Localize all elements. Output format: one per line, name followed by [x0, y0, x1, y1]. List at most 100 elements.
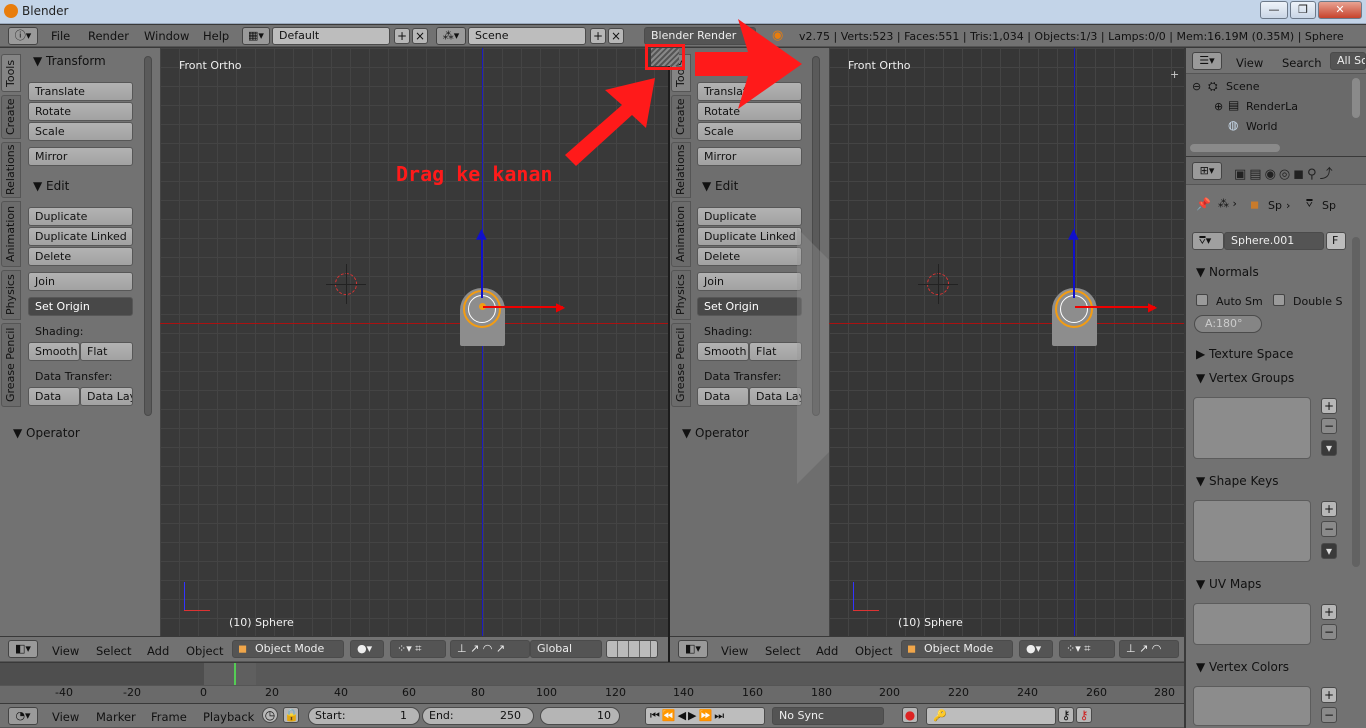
join-button-2[interactable]: Join — [697, 272, 802, 291]
3d-view-editor-icon-2[interactable]: ◧▾ — [678, 640, 708, 658]
timeline-menu-view[interactable]: View — [52, 710, 79, 724]
vp-menu-object[interactable]: Object — [186, 644, 223, 658]
outliner-menu-search[interactable]: Search — [1282, 56, 1322, 70]
breadcrumb-mesh[interactable]: Sp — [1322, 199, 1336, 212]
flat-button-2[interactable]: Flat — [749, 342, 802, 361]
viewport-shading-select-2[interactable]: ●▾ — [1019, 640, 1053, 658]
properties-context-icons[interactable]: ▣▤◉◎◼⚲⤴ — [1234, 163, 1336, 182]
smooth-button[interactable]: Smooth — [28, 342, 80, 361]
maximize-button[interactable]: ❐ — [1290, 1, 1316, 19]
set-origin-menu[interactable]: Set Origin — [28, 297, 133, 316]
expand-region-icon[interactable]: + — [1170, 68, 1179, 81]
add-layout-icon[interactable]: + — [394, 28, 410, 44]
vertex-group-remove-icon[interactable]: − — [1321, 418, 1337, 434]
properties-scrollbar[interactable] — [1352, 237, 1360, 567]
shape-key-add-icon[interactable]: + — [1321, 501, 1337, 517]
mirror-button-2[interactable]: Mirror — [697, 147, 802, 166]
texture-space-panel-title[interactable]: ▶ Texture Space — [1196, 347, 1293, 361]
tab-animation[interactable]: Animation — [1, 201, 21, 267]
tool-shelf-scrollbar[interactable] — [144, 56, 152, 416]
edit-panel-title-2[interactable]: ▼ Edit — [702, 179, 738, 193]
edit-panel-title[interactable]: ▼ Edit — [33, 179, 69, 193]
mesh-name-field[interactable]: Sphere.001 — [1224, 232, 1324, 250]
join-button[interactable]: Join — [28, 272, 133, 291]
current-frame-field[interactable]: 10 — [540, 707, 620, 725]
pin-icon[interactable]: 📌 — [1196, 197, 1211, 211]
uv-maps-panel-title[interactable]: ▼ UV Maps — [1196, 577, 1261, 591]
set-origin-menu-2[interactable]: Set Origin — [697, 297, 802, 316]
operator-panel-title-2[interactable]: ▼ Operator — [682, 426, 749, 440]
tab-relations-2[interactable]: Relations — [671, 142, 691, 198]
duplicate-linked-button[interactable]: Duplicate Linked — [28, 227, 133, 246]
scene-select[interactable]: Scene — [468, 27, 586, 45]
add-scene-icon[interactable]: + — [590, 28, 606, 44]
tab-physics[interactable]: Physics — [1, 270, 21, 320]
uv-maps-list[interactable] — [1193, 603, 1311, 645]
data-layout-button[interactable]: Data Lay — [80, 387, 133, 406]
menu-render[interactable]: Render — [88, 29, 129, 43]
3d-view-editor-icon[interactable]: ◧▾ — [8, 640, 38, 658]
vertex-color-add-icon[interactable]: + — [1321, 687, 1337, 703]
viewport-shading-select[interactable]: ●▾ — [350, 640, 384, 658]
timeline-editor-icon[interactable]: ◔▾ — [8, 707, 38, 725]
mesh-browse-icon[interactable]: ⩢▾ — [1192, 232, 1224, 250]
smooth-button-2[interactable]: Smooth — [697, 342, 749, 361]
layout-icon[interactable]: ▦▾ — [242, 27, 270, 45]
renderlayers-expand-icon[interactable]: ⊕ — [1214, 100, 1223, 113]
timeline-area[interactable]: -40 -20 0 20 40 60 80 100 120 140 160 18… — [0, 663, 1184, 703]
delete-button[interactable]: Delete — [28, 247, 133, 266]
scene-icon[interactable]: ⁂▾ — [436, 27, 466, 45]
manipulator-buttons-2[interactable]: ⊥ ↗ ◠ — [1119, 640, 1179, 658]
rotate-button[interactable]: Rotate — [28, 102, 133, 121]
vertex-group-add-icon[interactable]: + — [1321, 398, 1337, 414]
outliner-menu-view[interactable]: View — [1236, 56, 1263, 70]
fake-user-button[interactable]: F — [1326, 232, 1346, 250]
menu-file[interactable]: File — [51, 29, 70, 43]
uv-map-add-icon[interactable]: + — [1321, 604, 1337, 620]
viewport-right[interactable]: Front Ortho ▶ ▲ (10) Sphere + — [829, 48, 1184, 636]
vp-menu-select[interactable]: Select — [96, 644, 131, 658]
tab-relations[interactable]: Relations — [1, 142, 21, 198]
outliner-world[interactable]: World — [1246, 120, 1278, 133]
vp-menu-add-2[interactable]: Add — [816, 644, 838, 658]
shape-keys-panel-title[interactable]: ▼ Shape Keys — [1196, 474, 1278, 488]
transform-panel-title[interactable]: ▼ Transform — [33, 54, 106, 68]
layout-select[interactable]: Default — [272, 27, 390, 45]
mode-select[interactable]: Object Mode — [232, 640, 344, 658]
vp-menu-view[interactable]: View — [52, 644, 79, 658]
vertex-groups-panel-title[interactable]: ▼ Vertex Groups — [1196, 371, 1294, 385]
vertex-color-remove-icon[interactable]: − — [1321, 707, 1337, 723]
delete-keyframe-icon[interactable]: ⚷ — [1076, 707, 1092, 723]
pivot-select[interactable]: ⁘▾ ⌗ — [390, 640, 446, 658]
preview-range-icon[interactable]: ◷ — [262, 707, 278, 723]
z-manipulator[interactable] — [481, 238, 483, 298]
tab-create-2[interactable]: Create — [671, 95, 691, 139]
duplicate-button-2[interactable]: Duplicate — [697, 207, 802, 226]
orientation-select[interactable]: Global — [530, 640, 602, 658]
outliner-vscroll[interactable] — [1352, 78, 1360, 118]
scale-button[interactable]: Scale — [28, 122, 133, 141]
remove-layout-icon[interactable]: × — [412, 28, 428, 44]
tab-create[interactable]: Create — [1, 95, 21, 139]
mirror-button[interactable]: Mirror — [28, 147, 133, 166]
layer-buttons[interactable] — [606, 640, 658, 658]
tab-tools[interactable]: Tools — [1, 54, 21, 92]
tab-animation-2[interactable]: Animation — [671, 201, 691, 267]
breadcrumb-object[interactable]: Sp — [1268, 199, 1282, 212]
editor-type-button[interactable]: ⓘ▾ — [8, 27, 38, 45]
uv-map-remove-icon[interactable]: − — [1321, 624, 1337, 640]
duplicate-linked-button-2[interactable]: Duplicate Linked — [697, 227, 802, 246]
keying-set-field[interactable]: 🔑 — [926, 707, 1056, 725]
shape-key-menu-icon[interactable]: ▾ — [1321, 543, 1337, 559]
insert-keyframe-icon[interactable]: ⚷ — [1058, 707, 1074, 723]
z-manipulator-2[interactable] — [1073, 238, 1075, 298]
outliner-renderlayers[interactable]: RenderLa — [1246, 100, 1298, 113]
shape-key-remove-icon[interactable]: − — [1321, 521, 1337, 537]
record-icon[interactable]: ● — [902, 707, 918, 723]
playback-controls[interactable]: ⏮⏪◀▶⏩⏭ — [645, 707, 765, 725]
vertex-colors-list[interactable] — [1193, 686, 1311, 726]
timeline-menu-playback[interactable]: Playback — [203, 710, 254, 724]
data-button[interactable]: Data — [28, 387, 80, 406]
tab-physics-2[interactable]: Physics — [671, 270, 691, 320]
scale-button-2[interactable]: Scale — [697, 122, 802, 141]
